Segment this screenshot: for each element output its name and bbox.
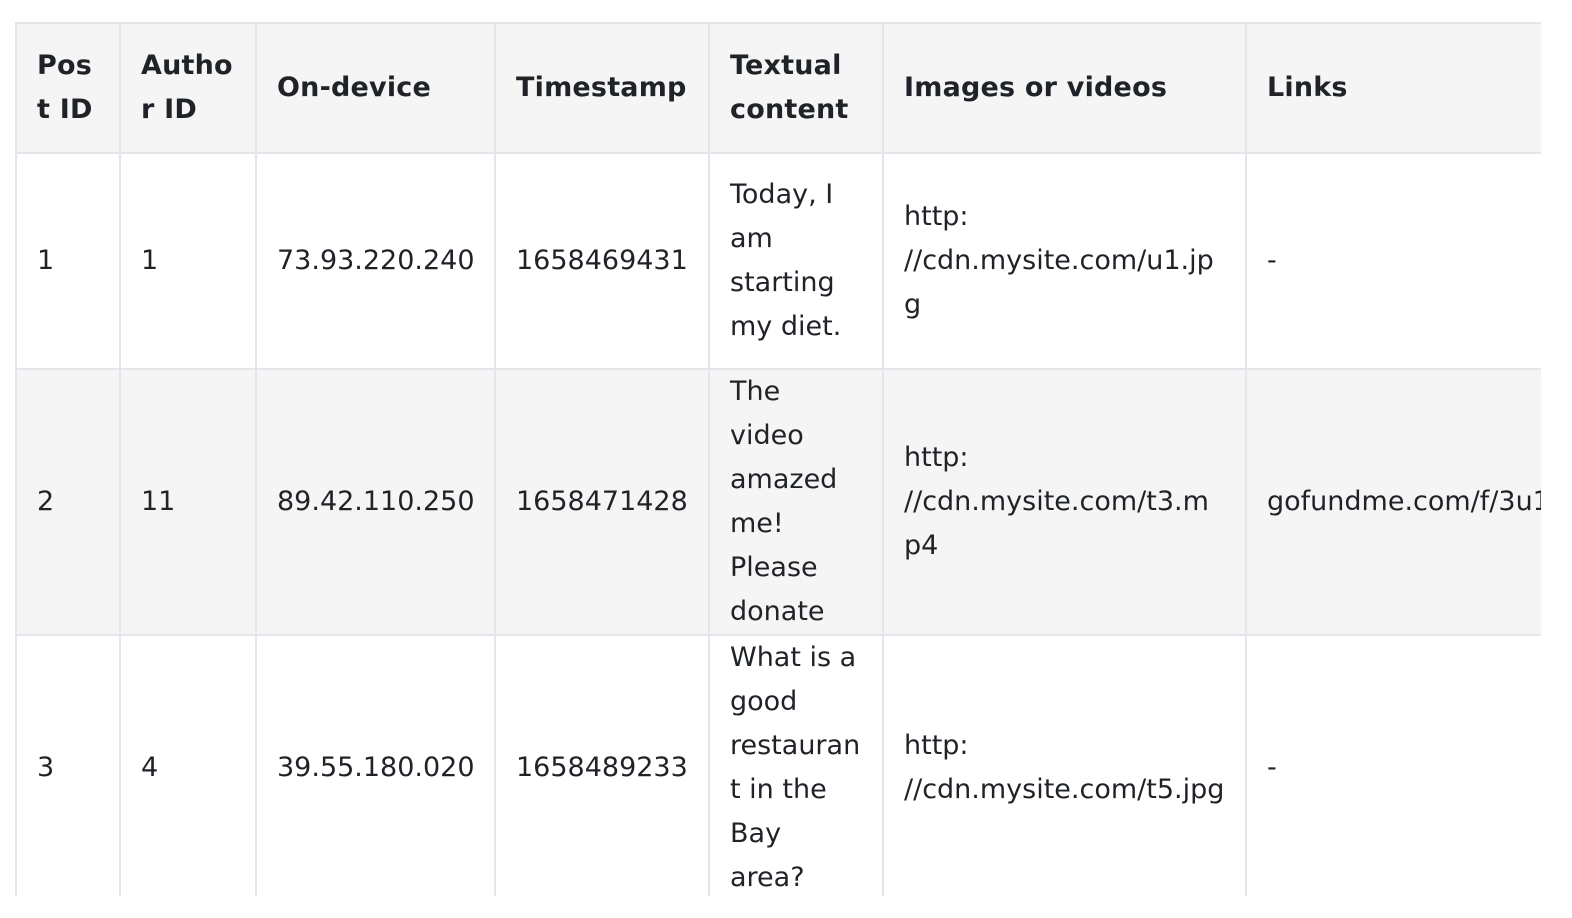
cell-links: gofundme.com/f/3u1njd32 bbox=[1245, 368, 1541, 636]
cell-images-or-videos: http: //cdn.mysite.com/u1.jpg bbox=[882, 152, 1247, 370]
cell-links: - bbox=[1245, 152, 1541, 370]
cell-author-id: 1 bbox=[119, 152, 257, 370]
header-links: Links bbox=[1245, 22, 1541, 154]
table-row: 1 1 73.93.220.240 1658469431 Today, I am… bbox=[15, 152, 1541, 370]
table-row: 2 11 89.42.110.250 1658471428 The video … bbox=[15, 368, 1541, 636]
cell-textual-content: Today, I am starting my diet. bbox=[708, 152, 884, 370]
cell-on-device: 39.55.180.020 bbox=[255, 634, 496, 896]
cell-timestamp: 1658469431 bbox=[494, 152, 710, 370]
cell-textual-content: What is a good restaurant in the Bay are… bbox=[708, 634, 884, 896]
cell-on-device: 73.93.220.240 bbox=[255, 152, 496, 370]
cell-images-or-videos: http: //cdn.mysite.com/t5.jpg bbox=[882, 634, 1247, 896]
header-timestamp: Timestamp bbox=[494, 22, 710, 154]
cell-author-id: 4 bbox=[119, 634, 257, 896]
header-images-or-videos: Images or videos bbox=[882, 22, 1247, 154]
header-post-id: Post ID bbox=[15, 22, 121, 154]
cell-post-id: 1 bbox=[15, 152, 121, 370]
header-textual-content: Textual content bbox=[708, 22, 884, 154]
cell-author-id: 11 bbox=[119, 368, 257, 636]
table-header-row: Post ID Author ID On-device Timestamp Te… bbox=[15, 22, 1541, 154]
cell-post-id: 2 bbox=[15, 368, 121, 636]
header-on-device: On-device bbox=[255, 22, 496, 154]
posts-table: Post ID Author ID On-device Timestamp Te… bbox=[15, 22, 1541, 896]
cell-textual-content: The video amazed me! Please donate bbox=[708, 368, 884, 636]
table-row: 3 4 39.55.180.020 1658489233 What is a g… bbox=[15, 634, 1541, 896]
header-author-id: Author ID bbox=[119, 22, 257, 154]
cell-images-or-videos: http: //cdn.mysite.com/t3.mp4 bbox=[882, 368, 1247, 636]
cell-on-device: 89.42.110.250 bbox=[255, 368, 496, 636]
cell-timestamp: 1658489233 bbox=[494, 634, 710, 896]
cell-links: - bbox=[1245, 634, 1541, 896]
cell-post-id: 3 bbox=[15, 634, 121, 896]
cell-timestamp: 1658471428 bbox=[494, 368, 710, 636]
posts-table-viewport[interactable]: Post ID Author ID On-device Timestamp Te… bbox=[15, 22, 1541, 896]
